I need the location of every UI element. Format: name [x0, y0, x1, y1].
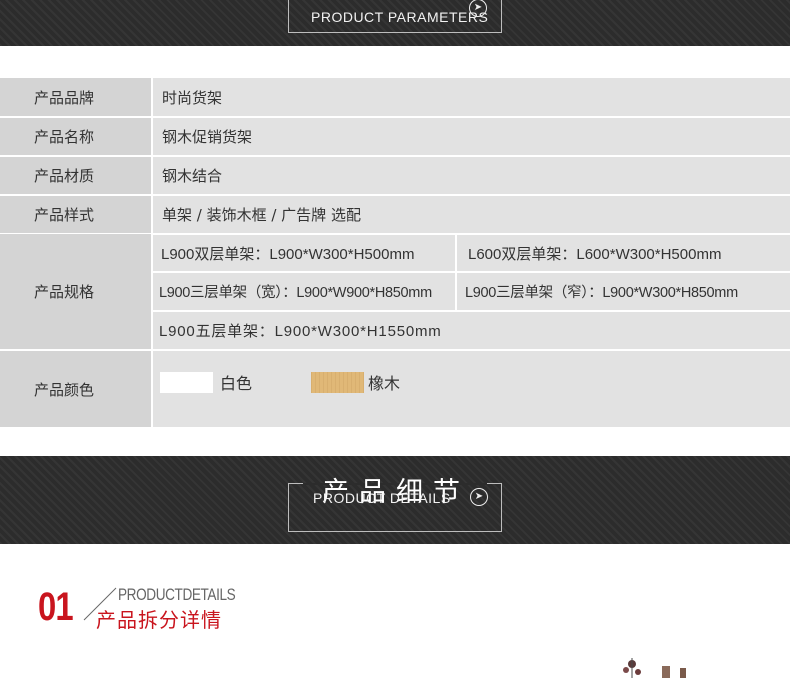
param-label-spec: 产品规格 — [0, 234, 151, 349]
param-value-material: 钢木结合 — [153, 157, 790, 194]
details-banner-frame: 产品细节 PRODUCT DETAILS ➤ — [288, 477, 502, 532]
param-label-color: 产品颜色 — [0, 351, 151, 427]
param-row-name: 产品名称 钢木促销货架 — [0, 118, 790, 155]
parameters-banner-subtitle: PRODUCT PARAMETERS — [311, 9, 489, 25]
spec-item: L900三层单架（窄）：L900*W300*H850mm — [457, 273, 790, 310]
arrow-right-circle-icon: ➤ — [470, 488, 488, 506]
color-label-oak: 橡木 — [368, 374, 401, 393]
plant-decoration-image — [623, 658, 686, 678]
section-number: 01 — [38, 585, 74, 629]
spec-item: L900三层单架（宽）：L900*W900*H850mm — [153, 273, 455, 310]
spec-item: L600双层单架：L600*W300*H500mm — [457, 235, 790, 271]
spec-item: L900五层单架：L900*W300*H1550mm — [153, 312, 790, 349]
param-row-spec: 产品规格 L900双层单架：L900*W300*H500mm L600双层单架：… — [0, 234, 790, 349]
param-row-brand: 产品品牌 时尚货架 — [0, 78, 790, 116]
color-swatch-oak — [311, 372, 364, 393]
section-subtitle-en: PRODUCTDETAILS — [118, 585, 236, 604]
color-label-white: 白色 — [220, 374, 253, 393]
parameters-banner-frame: PRODUCT PARAMETERS ➤ — [288, 0, 502, 33]
param-label-name: 产品名称 — [0, 118, 151, 155]
param-row-style: 产品样式 单架 / 装饰木框 / 广告牌 选配 — [0, 196, 790, 233]
param-row-material: 产品材质 钢木结合 — [0, 157, 790, 194]
spec-item: L900双层单架：L900*W300*H500mm — [153, 235, 455, 271]
param-label-brand: 产品品牌 — [0, 78, 151, 116]
param-label-style: 产品样式 — [0, 196, 151, 233]
param-value-name: 钢木促销货架 — [153, 118, 790, 155]
param-value-style: 单架 / 装饰木框 / 广告牌 选配 — [153, 196, 790, 233]
section-title-cn: 产品拆分详情 — [96, 608, 222, 632]
parameters-banner: PRODUCT PARAMETERS ➤ — [0, 0, 790, 46]
param-value-brand: 时尚货架 — [153, 78, 790, 116]
color-swatch-white — [160, 372, 213, 393]
param-row-color: 产品颜色 白色 橡木 — [0, 351, 790, 427]
details-banner: 产品细节 PRODUCT DETAILS ➤ — [0, 456, 790, 544]
param-label-material: 产品材质 — [0, 157, 151, 194]
details-banner-subtitle: PRODUCT DETAILS — [313, 490, 451, 506]
